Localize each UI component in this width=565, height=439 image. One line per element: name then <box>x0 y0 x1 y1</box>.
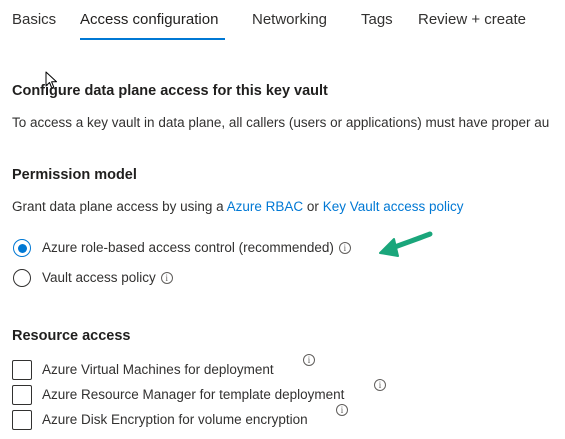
active-tab-indicator <box>80 38 225 40</box>
info-icon[interactable]: i <box>336 404 348 416</box>
radio-button-unchecked[interactable] <box>13 269 31 287</box>
radio-label-azure-rbac[interactable]: Azure role-based access control (recomme… <box>42 240 351 255</box>
checkbox-label-disk-encryption[interactable]: Azure Disk Encryption for volume encrypt… <box>42 412 308 427</box>
key-vault-access-policy-link[interactable]: Key Vault access policy <box>323 199 464 214</box>
permission-model-description: Grant data plane access by using a Azure… <box>12 199 464 214</box>
tab-networking[interactable]: Networking <box>252 11 327 28</box>
grant-prefix-text: Grant data plane access by using a <box>12 199 227 214</box>
info-icon[interactable]: i <box>303 354 315 366</box>
radio-label-vault-access-policy[interactable]: Vault access policy i <box>42 270 173 285</box>
info-icon[interactable]: i <box>338 242 351 254</box>
data-plane-description: To access a key vault in data plane, all… <box>12 115 550 130</box>
tab-bar: Basics Access configuration Networking T… <box>0 0 565 44</box>
tab-basics[interactable]: Basics <box>12 11 56 28</box>
radio-button-checked[interactable] <box>13 239 31 257</box>
data-plane-heading: Configure data plane access for this key… <box>12 83 328 99</box>
azure-rbac-link[interactable]: Azure RBAC <box>227 199 304 214</box>
annotation-arrow-icon <box>379 231 433 257</box>
resource-access-heading: Resource access <box>12 328 131 344</box>
tab-access-configuration[interactable]: Access configuration <box>80 11 218 28</box>
checkbox-label-arm-deployment[interactable]: Azure Resource Manager for template depl… <box>42 387 344 402</box>
key-vault-create-page: Basics Access configuration Networking T… <box>0 0 565 439</box>
grant-or-text: or <box>303 199 323 214</box>
info-icon[interactable]: i <box>160 272 173 284</box>
checkbox-arm-deployment[interactable] <box>12 385 32 405</box>
info-icon[interactable]: i <box>374 379 386 391</box>
checkbox-disk-encryption[interactable] <box>12 410 32 430</box>
tab-review-create[interactable]: Review + create <box>418 11 526 28</box>
tab-tags[interactable]: Tags <box>361 11 393 28</box>
checkbox-label-vm-deployment[interactable]: Azure Virtual Machines for deployment <box>42 362 274 377</box>
permission-model-heading: Permission model <box>12 167 137 183</box>
checkbox-vm-deployment[interactable] <box>12 360 32 380</box>
